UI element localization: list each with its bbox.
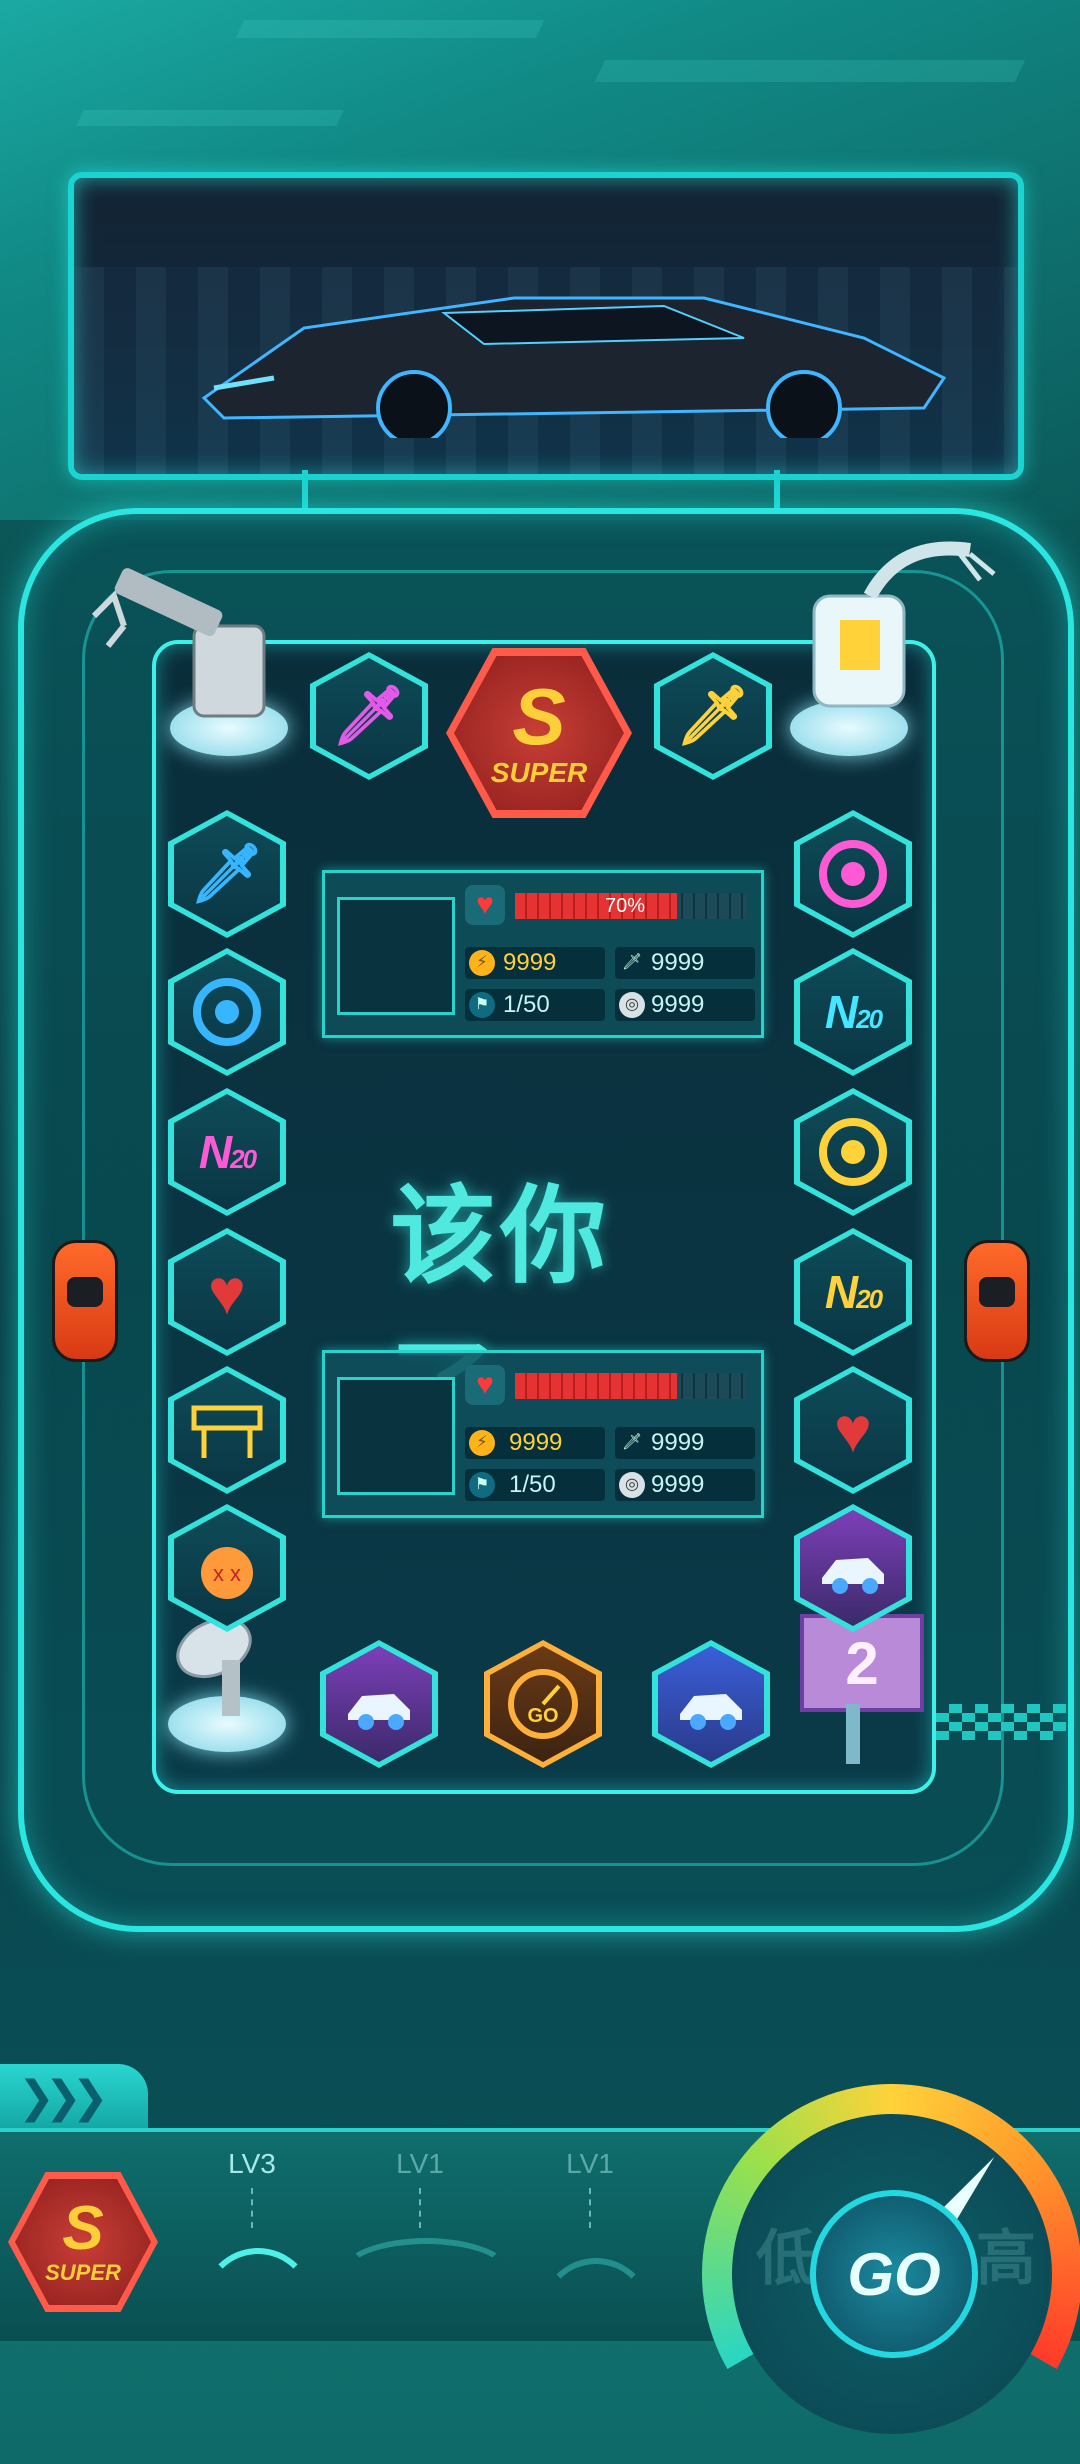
slot-level: LV3	[228, 2148, 276, 2179]
player1-panel: ♥ 70% ⚡ 9999 🗡 9999 ⚑ 1/50 ◎ 9999	[322, 870, 764, 1038]
slot-level: LV1	[396, 2148, 444, 2179]
player2-attack: 🗡 9999	[615, 1427, 755, 1459]
player1-hp-text: 70%	[604, 895, 645, 917]
wheel-arch-icon	[540, 2258, 652, 2370]
expand-tab[interactable]: ❯❯❯	[0, 2064, 148, 2130]
super-label: SUPER	[490, 757, 588, 788]
slot-level: LV1	[566, 2148, 614, 2179]
player1-laps-value: 1/50	[503, 991, 550, 1018]
player2-attack-value: 9999	[651, 1429, 705, 1456]
lift-machine-icon	[812, 541, 996, 708]
player1-coins: ⚡ 9999	[465, 947, 605, 979]
player2-panel: ♥ ⚡ 9999 🗡 9999 ⚑ 1/50 ◎ 9999	[322, 1350, 764, 1518]
dice-value: 2	[845, 1629, 879, 1697]
blue-tire-icon	[193, 978, 261, 1046]
supercar-image	[201, 296, 947, 438]
yellow-tire-icon	[819, 1118, 887, 1186]
coin-icon: ⚡	[469, 1430, 495, 1456]
billboard-pole-right	[774, 470, 780, 510]
sky-streak	[76, 110, 344, 126]
upgrade-slot-1[interactable]: LV3	[172, 2128, 332, 2337]
coin-icon: ⚡	[469, 950, 495, 976]
player1-avatar[interactable]	[337, 897, 455, 1015]
flag-icon: ⚑	[469, 992, 495, 1018]
player1-laps: ⚑ 1/50	[465, 989, 605, 1021]
pink-tire-icon	[819, 840, 887, 908]
car-billboard	[68, 172, 1024, 480]
player2-hp-text	[515, 1373, 645, 1399]
player2-avatar[interactable]	[337, 1377, 455, 1495]
player1-tires-value: 9999	[651, 991, 705, 1018]
chevrons-right-icon: ❯❯❯	[18, 2072, 109, 2122]
super-skill-label: SUPER	[45, 2260, 121, 2285]
blue-sword-icon: 🗡	[190, 841, 264, 906]
go-button[interactable]: GO	[810, 2190, 978, 2358]
sword-icon: 🗡	[621, 1434, 643, 1451]
player1-coins-value: 9999	[503, 949, 557, 976]
hp-heart-icon: ♥	[465, 1365, 505, 1405]
n2o-yellow-icon: N20	[824, 1266, 883, 1318]
wheel-arch-icon	[202, 2248, 314, 2360]
car-upgrade-blue-icon	[680, 1694, 742, 1730]
player2-laps: ⚑ 1/50	[465, 1469, 605, 1501]
dice-stand	[846, 1704, 860, 1764]
purple-sword-icon: 🗡	[332, 683, 406, 748]
player1-attack: 🗡 9999	[615, 947, 755, 979]
car-body-icon	[340, 2238, 512, 2310]
upgrade-slot-2[interactable]: LV1	[340, 2128, 512, 2337]
dice-display: 2	[800, 1614, 924, 1712]
player1-tires: ◎ 9999	[615, 989, 755, 1021]
heart-icon: ♥	[208, 1256, 246, 1328]
svg-text:x x: x x	[213, 1561, 241, 1586]
player2-coins: ⚡ 9999	[465, 1427, 605, 1459]
upgrade-slot-3[interactable]: LV1	[510, 2128, 670, 2337]
player2-hp-bar	[515, 1373, 747, 1399]
player-car-left	[52, 1240, 118, 1362]
finish-line	[936, 1704, 1066, 1740]
sword-icon: 🗡	[621, 954, 643, 971]
player1-attack-value: 9999	[651, 949, 705, 976]
car-upgrade-icon	[348, 1694, 410, 1730]
player2-laps-value: 1/50	[509, 1471, 556, 1498]
gauge-low-label: 低	[756, 2225, 816, 2292]
sky-streak	[235, 20, 545, 38]
hp-heart-icon: ♥	[465, 885, 505, 925]
tire-icon: ◎	[619, 1472, 645, 1498]
speedometer-go-icon: GO	[508, 1669, 578, 1739]
super-badge-icon: S	[62, 2194, 104, 2263]
sky-streak	[594, 60, 1026, 82]
heart-icon: ♥	[834, 1394, 872, 1466]
go-label: GO	[847, 2240, 941, 2308]
robot-claw-icon	[91, 568, 266, 718]
player1-hp-bar: 70%	[515, 893, 747, 919]
svg-text:GO: GO	[527, 1705, 558, 1727]
super-badge-icon: S	[512, 672, 566, 761]
player2-coins-value: 9999	[509, 1429, 563, 1456]
gauge-high-label: 高	[976, 2225, 1036, 2292]
barrier-icon	[191, 1405, 263, 1458]
flag-icon: ⚑	[469, 1472, 495, 1498]
car-upgrade-icon	[822, 1558, 884, 1594]
tire-icon: ◎	[619, 992, 645, 1018]
n2o-cyan-icon: N20	[824, 986, 883, 1038]
player2-tires-value: 9999	[651, 1471, 705, 1498]
yellow-sword-icon: 🗡	[676, 683, 750, 748]
player-car-right	[964, 1240, 1030, 1362]
player2-tires: ◎ 9999	[615, 1469, 755, 1501]
billboard-pole-left	[302, 470, 308, 510]
bomb-icon: x x	[201, 1547, 253, 1599]
n2o-pink-icon: N20	[198, 1126, 257, 1178]
